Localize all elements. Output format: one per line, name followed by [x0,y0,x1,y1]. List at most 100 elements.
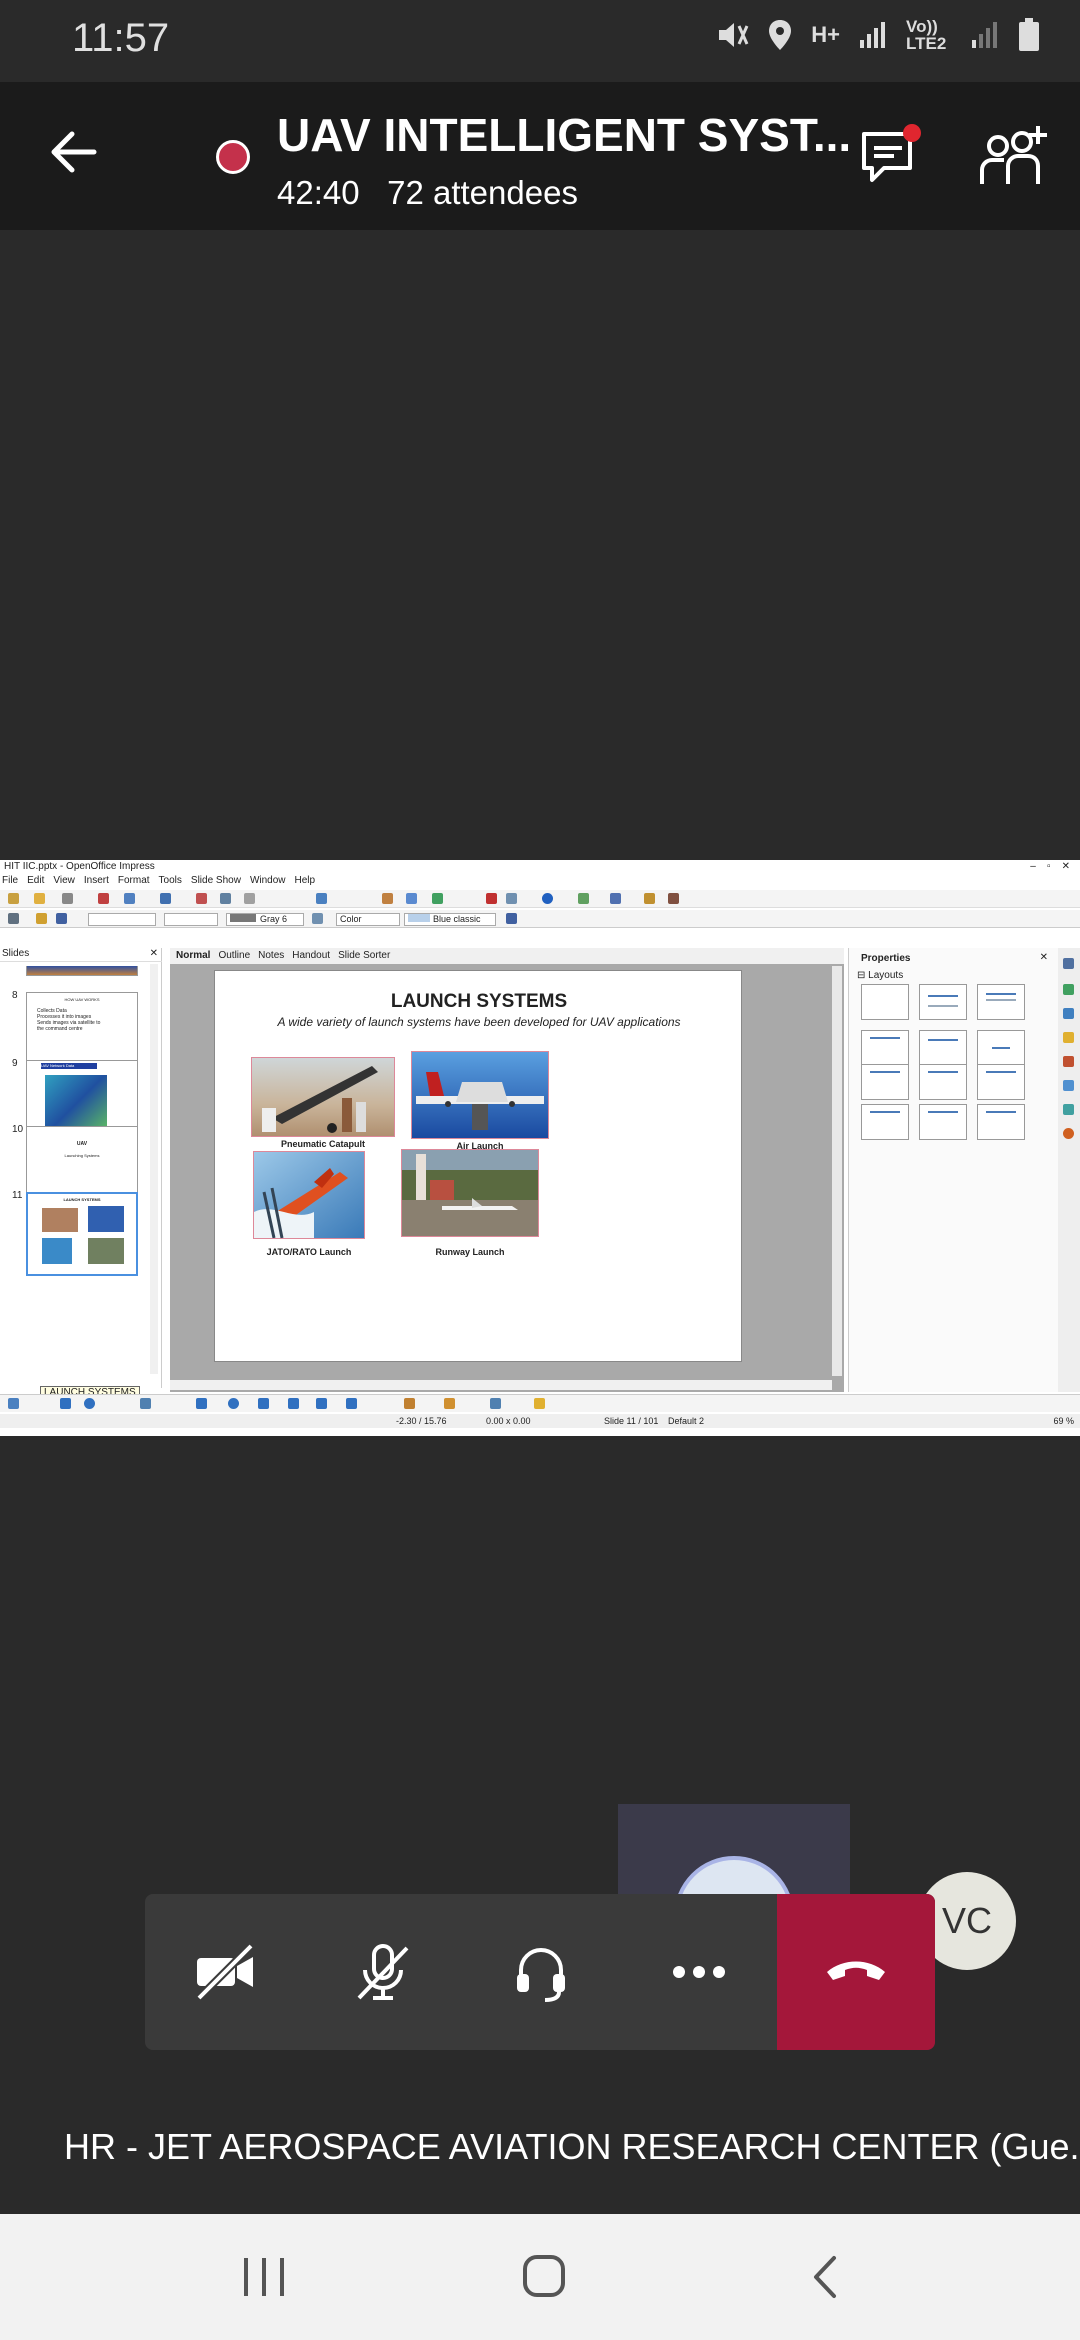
camera-button[interactable] [145,1894,303,2050]
draw-functions-icon[interactable] [486,893,497,904]
slide-thumbnail-7[interactable] [26,966,138,976]
layout-title-content[interactable] [919,984,967,1020]
callouts-icon[interactable] [316,1398,327,1409]
layout-title-4content[interactable] [919,1104,967,1140]
block-arrows-icon[interactable] [258,1398,269,1409]
properties-deck-icon[interactable] [1063,984,1074,995]
back-arrow-icon[interactable] [44,122,104,182]
menu-format[interactable]: Format [118,874,150,888]
tab-handout[interactable]: Handout [292,948,330,964]
layout-title-content-over[interactable] [861,1104,909,1140]
recent-apps-icon[interactable] [240,2254,288,2300]
fontwork-icon[interactable] [404,1398,415,1409]
fill-theme-select[interactable]: Blue classic [404,913,496,926]
stars-icon[interactable] [346,1398,357,1409]
navigator-deck-icon[interactable] [1063,1128,1074,1139]
menu-tools[interactable]: Tools [159,874,182,888]
table-icon[interactable] [406,893,417,904]
tab-outline[interactable]: Outline [218,948,250,964]
audio-button[interactable] [461,1894,619,2050]
menu-insert[interactable]: Insert [84,874,109,888]
styles-icon[interactable] [8,913,19,924]
layout-title[interactable] [977,984,1025,1020]
slideshow-icon[interactable] [668,893,679,904]
slide-thumbnail-11-selected[interactable]: LAUNCH SYSTEMS [26,1192,138,1276]
editor-horizontal-scrollbar[interactable] [170,1380,832,1390]
fill-mode-select[interactable]: Color [336,913,400,926]
spellcheck-icon[interactable] [160,893,171,904]
curve-icon[interactable] [140,1398,151,1409]
layout-title-content-2[interactable] [919,1064,967,1100]
open-icon[interactable] [34,893,45,904]
menu-edit[interactable]: Edit [27,874,44,888]
meeting-info[interactable]: 42:40 72 attendees [277,174,578,212]
area-icon[interactable] [312,913,323,924]
rectangle-icon[interactable] [60,1398,71,1409]
line-style-select[interactable] [88,913,156,926]
zoom-level[interactable]: 69 % [1053,1414,1074,1428]
basic-shapes-icon[interactable] [196,1398,207,1409]
animation-icon[interactable] [1063,1032,1074,1043]
transition-icon[interactable] [1063,1056,1074,1067]
tab-notes[interactable]: Notes [258,948,284,964]
navigator-icon[interactable] [432,893,443,904]
back-nav-icon[interactable] [808,2254,842,2300]
cut-icon[interactable] [196,893,207,904]
flowchart-icon[interactable] [288,1398,299,1409]
close-properties-icon[interactable]: ✕ [1040,952,1048,963]
add-people-button[interactable] [978,122,1050,192]
save-icon[interactable] [62,893,73,904]
gallery-icon[interactable] [1063,1104,1074,1115]
paste-icon[interactable] [244,893,255,904]
current-slide[interactable]: LAUNCH SYSTEMS A wide variety of launch … [214,970,742,1362]
sidebar-menu-icon[interactable] [1063,958,1074,969]
close-slides-panel-icon[interactable]: ✕ [150,948,158,959]
menu-help[interactable]: Help [295,874,316,888]
master-slides-icon[interactable] [1063,1008,1074,1019]
slides-scrollbar[interactable] [150,964,158,1374]
menu-file[interactable]: File [2,874,18,888]
tab-slide-sorter[interactable]: Slide Sorter [338,948,390,964]
home-icon[interactable] [522,2252,566,2300]
image-icon[interactable] [444,1398,455,1409]
slide-icon[interactable] [578,893,589,904]
present-icon[interactable] [644,893,655,904]
layout-two-content[interactable] [861,1030,909,1066]
line-width-field[interactable] [164,913,218,926]
tab-normal[interactable]: Normal [176,948,210,964]
help-icon[interactable] [542,893,553,904]
select-icon[interactable] [8,1398,19,1409]
symbol-shapes-icon[interactable] [228,1398,239,1409]
shared-screen[interactable]: HIT IIC.pptx - OpenOffice Impress – ▫ ✕ … [0,860,1080,1436]
hang-up-button[interactable] [777,1894,935,2050]
pdf-icon[interactable] [98,893,109,904]
shadow-icon[interactable] [506,913,517,924]
layout-icon[interactable] [610,893,621,904]
layout-blank[interactable] [861,984,909,1020]
menu-view[interactable]: View [53,874,75,888]
layout-title-2content[interactable] [861,1064,909,1100]
meeting-title[interactable]: UAV INTELLIGENT SYST... [277,108,851,162]
styles-deck-icon[interactable] [1063,1080,1074,1091]
editor-vertical-scrollbar[interactable] [832,966,842,1376]
new-icon[interactable] [8,893,19,904]
undo-icon[interactable] [316,893,327,904]
extrusion-icon[interactable] [490,1398,501,1409]
layouts-section-label[interactable]: ⊟ Layouts [857,970,903,981]
chart-icon[interactable] [382,893,393,904]
more-options-button[interactable] [619,1894,777,2050]
menu-window[interactable]: Window [250,874,286,888]
mute-button[interactable] [303,1894,461,2050]
layout-2content-title[interactable] [977,1064,1025,1100]
ellipse-icon[interactable] [84,1398,95,1409]
layout-centered-text[interactable] [977,1030,1025,1066]
line-style-icon[interactable] [36,913,47,924]
copy-icon[interactable] [220,893,231,904]
align-icon[interactable] [534,1398,545,1409]
layout-title-6content[interactable] [977,1104,1025,1140]
chat-button[interactable] [858,124,922,188]
zoom-icon[interactable] [506,893,517,904]
print-icon[interactable] [124,893,135,904]
arrow-style-icon[interactable] [56,913,67,924]
menu-slideshow[interactable]: Slide Show [191,874,241,888]
